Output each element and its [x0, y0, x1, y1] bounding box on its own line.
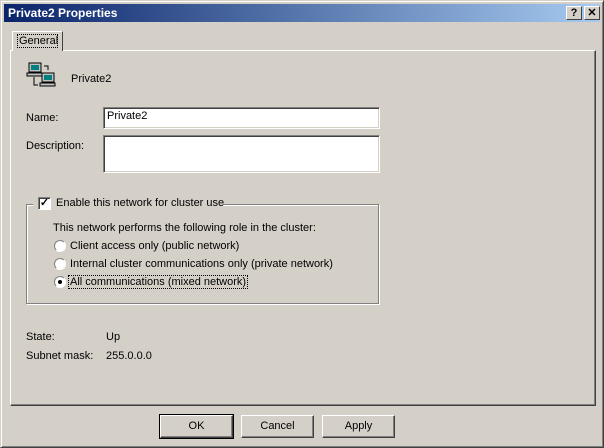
help-button[interactable]: ? — [566, 6, 582, 20]
cancel-button[interactable]: Cancel — [241, 415, 314, 438]
radio-client-access[interactable] — [54, 240, 66, 252]
radio-internal-comms-label[interactable]: Internal cluster communications only (pr… — [70, 258, 333, 270]
enable-cluster-label[interactable]: Enable this network for cluster use — [56, 197, 224, 209]
network-name-display: Private2 — [71, 73, 112, 85]
name-label: Name: — [26, 112, 59, 124]
enable-cluster-checkbox[interactable]: ✓ — [38, 197, 51, 210]
subnet-value: 255.0.0.0 — [106, 350, 152, 362]
title-bar[interactable]: Private2 Properties ? ✕ — [4, 4, 600, 22]
radio-all-comms-label[interactable]: All communications (mixed network) — [68, 275, 249, 289]
tab-general[interactable]: General — [12, 31, 63, 51]
radio-client-access-label[interactable]: Client access only (public network) — [70, 240, 239, 252]
close-button[interactable]: ✕ — [584, 6, 600, 20]
window-title: Private2 Properties — [8, 6, 118, 20]
state-label: State: — [26, 331, 55, 343]
radio-selected-dot — [58, 280, 62, 284]
cluster-use-groupbox — [26, 204, 379, 304]
radio-all-comms[interactable] — [54, 276, 66, 288]
tab-general-label: General — [19, 35, 59, 47]
state-value: Up — [106, 331, 121, 343]
description-label: Description: — [26, 140, 85, 152]
radio-internal-comms[interactable] — [54, 258, 66, 270]
ok-button[interactable]: OK — [159, 414, 234, 439]
role-prompt: This network performs the following role… — [53, 222, 316, 234]
network-computers-icon — [26, 62, 56, 87]
apply-button[interactable]: Apply — [322, 415, 395, 438]
name-field[interactable]: Private2 — [103, 107, 380, 129]
properties-dialog: Private2 Properties ? ✕ General Private2… — [0, 0, 604, 448]
subnet-label: Subnet mask: — [26, 350, 94, 362]
description-field[interactable] — [103, 135, 380, 173]
